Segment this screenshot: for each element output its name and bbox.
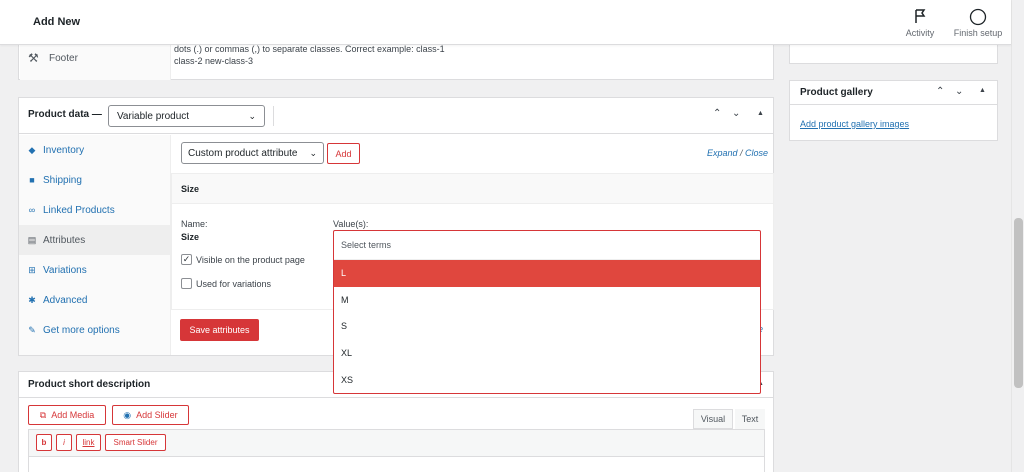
gallery-header: Product gallery ⌃ ⌄ ▲ (790, 81, 997, 105)
gear-icon: ✱ (28, 294, 36, 305)
quicktag-smart-slider[interactable]: Smart Slider (105, 434, 166, 451)
values-label: Value(s): (333, 219, 369, 229)
expand-close-separator: / (737, 148, 746, 158)
tab-label: Linked Products (43, 204, 115, 216)
tab-advanced[interactable]: ✱ Advanced (19, 285, 170, 315)
tab-variations[interactable]: ⊞ Variations (19, 255, 170, 285)
checkbox-unchecked[interactable] (181, 278, 192, 289)
page-title: Add New (33, 16, 81, 28)
add-media-label: Add Media (51, 410, 95, 420)
visible-on-product-page-checkbox[interactable]: ✓ Visible on the product page (181, 254, 305, 265)
name-label: Name: (181, 219, 208, 229)
attribute-type-select[interactable]: Custom product attribute ⌄ (181, 142, 324, 164)
gallery-title: Product gallery (800, 87, 873, 98)
move-up-icon[interactable]: ⌃ (713, 108, 721, 119)
chevron-down-icon: ⌄ (309, 147, 317, 158)
top-bar: Add New Activity Finish setup (0, 0, 1011, 45)
activity-button[interactable]: Activity (900, 8, 940, 38)
progress-circle-icon (950, 8, 1006, 26)
dropdown-option-m[interactable]: M (334, 287, 760, 314)
dropdown-option-l[interactable]: L (334, 260, 760, 287)
name-value: Size (181, 232, 200, 242)
dropdown-option-xl[interactable]: XL (334, 340, 760, 367)
tab-label: Inventory (43, 144, 85, 156)
expand-link[interactable]: Expand (707, 148, 738, 158)
page-scrollbar[interactable] (1011, 0, 1024, 472)
short-description-title: Product short description (28, 379, 151, 390)
add-gallery-images-link[interactable]: Add product gallery images (800, 119, 909, 129)
product-data-title: Product data — (28, 109, 102, 120)
add-attribute-button[interactable]: Add (327, 143, 360, 164)
tab-label: Get more options (43, 324, 120, 336)
toggle-panel-icon[interactable]: ▲ (757, 110, 764, 117)
chevron-down-icon: ⌄ (248, 110, 256, 121)
link-icon: ∞ (28, 205, 36, 215)
product-gallery-panel: Product gallery ⌃ ⌄ ▲ Add product galler… (789, 80, 998, 141)
add-slider-button[interactable]: ◉ Add Slider (112, 405, 189, 425)
move-down-icon[interactable]: ⌄ (732, 108, 740, 119)
inventory-icon: ◆ (28, 144, 36, 155)
flag-icon (900, 8, 940, 26)
add-slider-label: Add Slider (136, 410, 178, 420)
save-attributes-button[interactable]: Save attributes (180, 319, 259, 341)
activity-label: Activity (905, 28, 935, 38)
values-select-dropdown[interactable]: Select terms L M S XL XS (333, 230, 761, 394)
checkbox-checked[interactable]: ✓ (181, 254, 192, 265)
tab-attributes[interactable]: ▤ Attributes (19, 225, 170, 255)
dropdown-option-s[interactable]: S (334, 313, 760, 340)
product-data-header: Product data — Variable product ⌄ ⌃ ⌄ ▲ (19, 98, 773, 134)
product-type-value: Variable product (117, 110, 190, 122)
help-line-2: class-2 new-class-3 (174, 56, 254, 66)
add-media-button[interactable]: ⧉ Add Media (28, 405, 106, 425)
footer-nav: ⚒ Footer (20, 45, 171, 80)
attribute-type-value: Custom product attribute (188, 147, 298, 159)
plugin-icon: ✎ (28, 324, 36, 335)
tab-shipping[interactable]: ■ Shipping (19, 165, 170, 195)
hammer-icon: ⚒ (28, 51, 39, 65)
tab-label: Variations (43, 264, 87, 276)
move-up-icon[interactable]: ⌃ (936, 86, 944, 97)
dropdown-option-xs[interactable]: XS (334, 366, 760, 393)
tab-label: Advanced (43, 294, 88, 306)
header-divider (273, 106, 274, 126)
scrollbar-thumb[interactable] (1014, 218, 1023, 388)
select-terms-input[interactable]: Select terms (334, 231, 760, 260)
product-data-tabs: ◆ Inventory ■ Shipping ∞ Linked Products… (19, 135, 171, 355)
eye-icon: ◉ (123, 409, 132, 420)
tab-label: Shipping (43, 174, 82, 186)
tab-label: Attributes (43, 234, 86, 246)
media-icon: ⧉ (39, 409, 47, 420)
tab-visual[interactable]: Visual (693, 409, 733, 429)
css-class-help: dots (.) or commas (,) to separate class… (174, 43, 445, 67)
quicktag-link[interactable]: link (76, 434, 101, 451)
tab-linked-products[interactable]: ∞ Linked Products (19, 195, 170, 225)
grid-icon: ⊞ (28, 264, 36, 275)
product-type-select[interactable]: Variable product ⌄ (108, 105, 265, 127)
variations-label: Used for variations (196, 278, 272, 289)
list-icon: ▤ (27, 234, 37, 245)
close-link[interactable]: Close (745, 148, 768, 158)
expand-close-links: Expand / Close (707, 148, 768, 158)
footer-label[interactable]: Footer (49, 53, 78, 64)
tab-inventory[interactable]: ◆ Inventory (19, 135, 170, 165)
move-down-icon[interactable]: ⌄ (955, 86, 963, 97)
used-for-variations-checkbox[interactable]: Used for variations (181, 278, 271, 289)
toggle-panel-icon[interactable]: ▲ (979, 87, 986, 94)
tab-get-more-options[interactable]: ✎ Get more options (19, 315, 170, 345)
quicktag-italic[interactable]: i (56, 434, 72, 451)
visible-label: Visible on the product page (196, 254, 305, 265)
truck-icon: ■ (29, 175, 35, 185)
finish-setup-button[interactable]: Finish setup (950, 8, 1006, 38)
quicktag-bold[interactable]: b (36, 434, 52, 451)
finish-setup-label: Finish setup (953, 28, 1003, 38)
editor-toolbar: b i link Smart Slider (28, 429, 765, 472)
tab-text[interactable]: Text (735, 409, 765, 429)
editor-textarea[interactable] (29, 456, 764, 472)
attribute-header[interactable]: Size (172, 174, 773, 204)
